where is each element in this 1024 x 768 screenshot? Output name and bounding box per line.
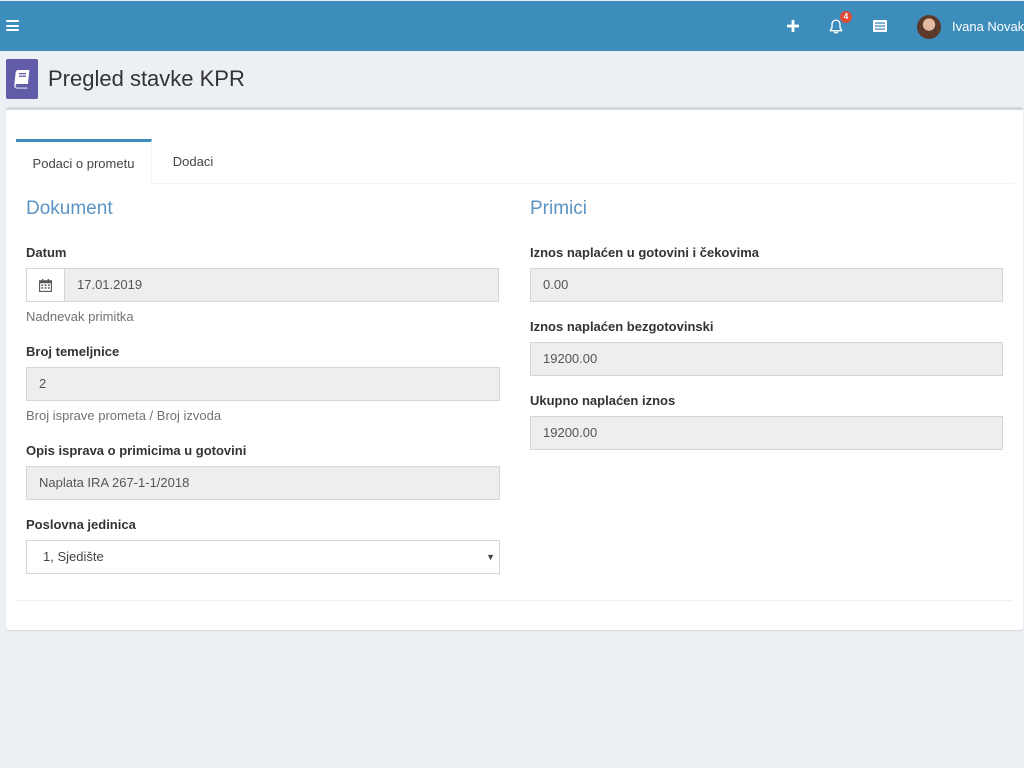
- gotovina-field[interactable]: 0.00: [530, 268, 1003, 302]
- top-navbar: 4 Ivana Novak: [0, 0, 1024, 51]
- opis-isprava-label: Opis isprava o primicima u gotovini: [26, 443, 247, 458]
- list-menu-icon[interactable]: [867, 13, 893, 39]
- broj-temeljnice-field[interactable]: 2: [26, 367, 500, 401]
- poslovna-jedinica-label: Poslovna jedinica: [26, 517, 136, 532]
- broj-temeljnice-help-text: Broj isprave prometa / Broj izvoda: [26, 408, 222, 423]
- dropdown-caret-icon: ▼: [486, 552, 495, 562]
- user-avatar[interactable]: [917, 15, 941, 39]
- page-title: Pregled stavke KPR: [48, 66, 245, 91]
- datum-help-text: Nadnevak primitka: [26, 309, 134, 324]
- poslovna-jedinica-value: 1, Sjedište: [43, 549, 104, 564]
- bezgotovinski-field[interactable]: 19200.00: [530, 342, 1003, 376]
- sidebar-toggle-icon[interactable]: [6, 20, 19, 31]
- tab-bar: Podaci o prometu Dodaci: [16, 139, 1013, 185]
- tab-podaci-o-prometu[interactable]: Podaci o prometu: [16, 139, 152, 185]
- ukupno-field[interactable]: 19200.00: [530, 416, 1003, 450]
- ukupno-label: Ukupno naplaćen iznos: [530, 393, 676, 408]
- opis-isprava-field[interactable]: Naplata IRA 267-1-1/2018: [26, 466, 500, 500]
- gotovina-label: Iznos naplaćen u gotovini i čekovima: [530, 245, 759, 260]
- add-icon[interactable]: [780, 13, 806, 39]
- datum-input-group: 17.01.2019: [26, 268, 499, 302]
- user-name[interactable]: Ivana Novak: [952, 19, 1024, 34]
- bezgotovinski-label: Iznos naplaćen bezgotovinski: [530, 319, 714, 334]
- calendar-icon[interactable]: [26, 268, 65, 302]
- poslovna-jedinica-select[interactable]: 1, Sjedište ▼: [26, 540, 500, 574]
- notification-count-badge: 4: [840, 11, 852, 23]
- tab-dodaci[interactable]: Dodaci: [158, 139, 228, 184]
- broj-temeljnice-label: Broj temeljnice: [26, 344, 120, 359]
- section-title-dokument: Dokument: [26, 198, 113, 219]
- section-title-primici: Primici: [530, 198, 587, 219]
- datum-label: Datum: [26, 245, 67, 260]
- book-icon: [6, 59, 38, 99]
- datum-field[interactable]: 17.01.2019: [64, 268, 499, 302]
